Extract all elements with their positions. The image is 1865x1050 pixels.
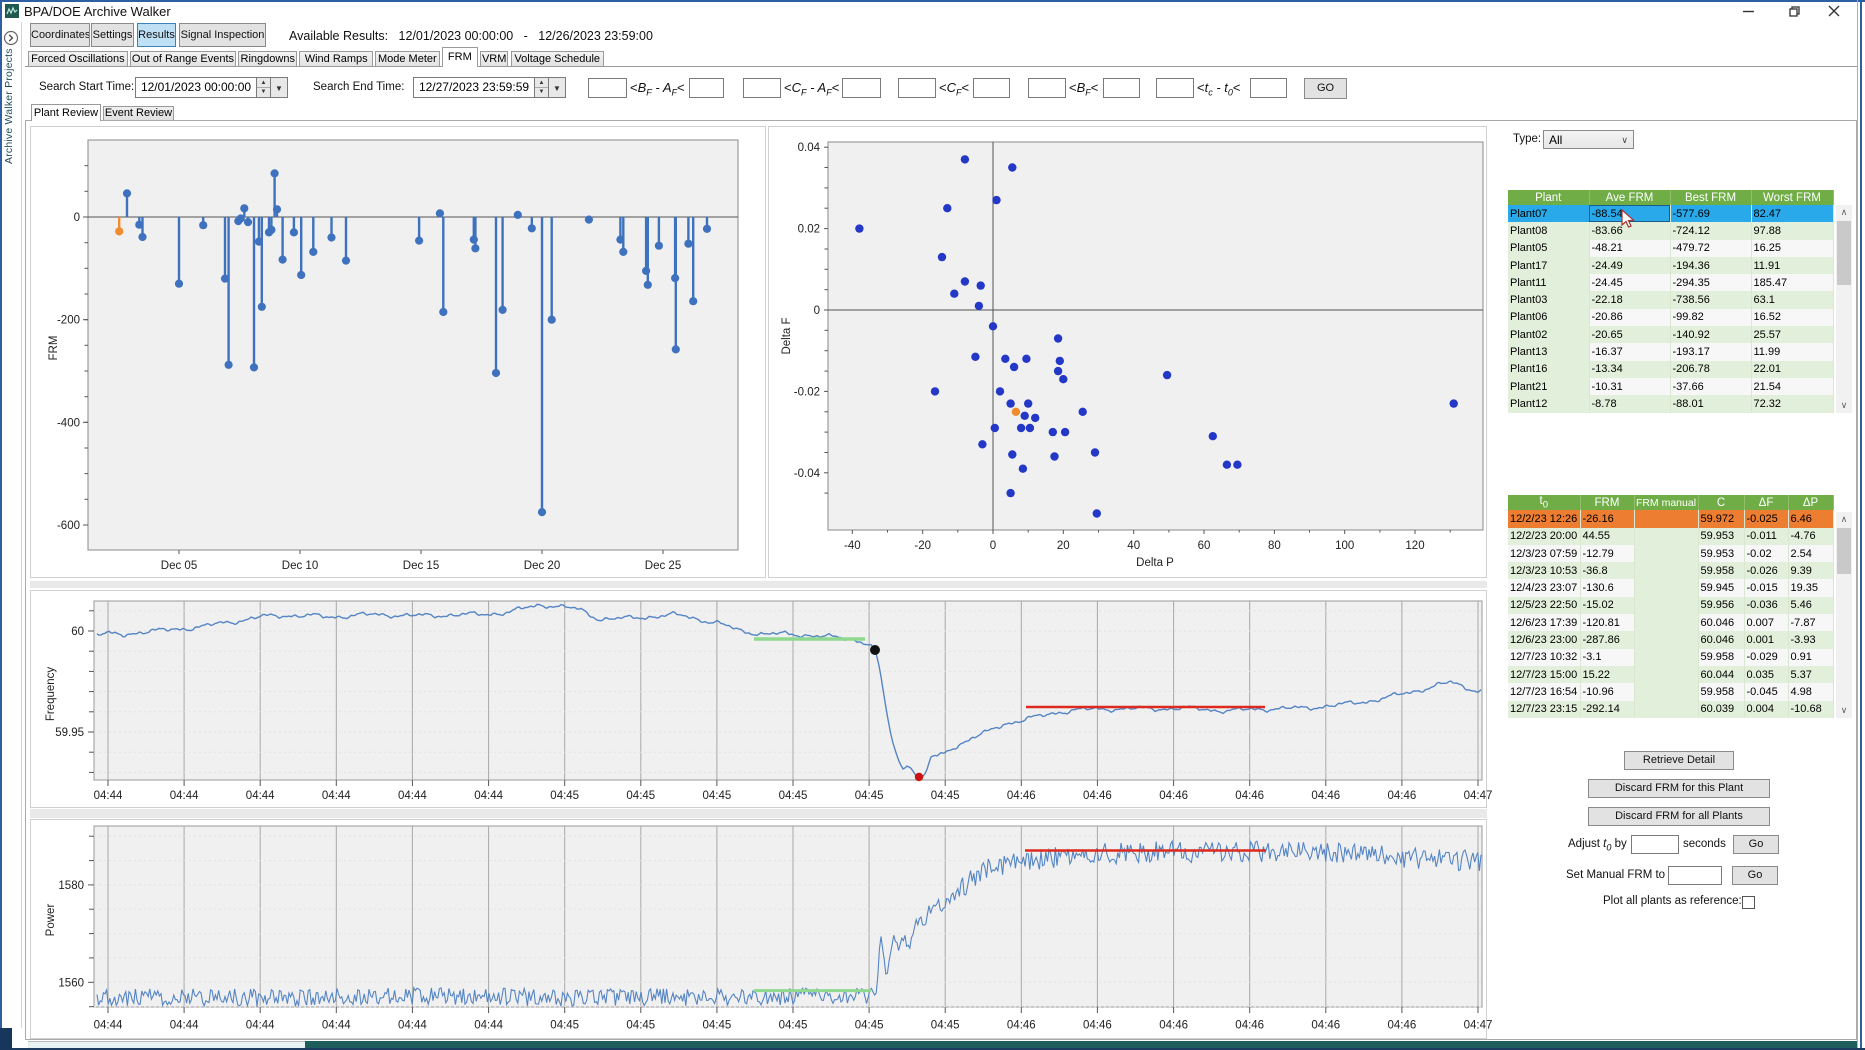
svg-text:-0.02: -0.02 [794, 386, 820, 398]
svg-text:04:45: 04:45 [855, 790, 884, 802]
svg-text:20: 20 [1057, 540, 1070, 552]
svg-text:04:44: 04:44 [246, 790, 275, 802]
svg-text:80: 80 [1268, 540, 1281, 552]
svg-text:04:46: 04:46 [1007, 790, 1036, 802]
svg-text:04:44: 04:44 [398, 1020, 427, 1032]
svg-text:04:44: 04:44 [94, 790, 123, 802]
svg-text:1580: 1580 [58, 880, 84, 892]
svg-text:04:46: 04:46 [1235, 1020, 1264, 1032]
svg-text:59.95: 59.95 [55, 727, 84, 739]
svg-text:04:46: 04:46 [1388, 1020, 1417, 1032]
svg-text:-20: -20 [914, 540, 931, 552]
svg-text:04:44: 04:44 [246, 1020, 275, 1032]
svg-text:-600: -600 [57, 520, 80, 532]
svg-text:Dec 10: Dec 10 [282, 560, 318, 572]
svg-text:04:47: 04:47 [1464, 1020, 1493, 1032]
svg-text:04:46: 04:46 [1235, 790, 1264, 802]
svg-text:04:44: 04:44 [322, 1020, 351, 1032]
svg-text:04:44: 04:44 [170, 790, 199, 802]
svg-text:0: 0 [814, 305, 820, 317]
svg-text:04:47: 04:47 [1464, 790, 1493, 802]
svg-text:0.02: 0.02 [798, 224, 820, 236]
svg-text:04:44: 04:44 [398, 790, 427, 802]
svg-text:04:45: 04:45 [931, 1020, 960, 1032]
svg-text:-40: -40 [844, 540, 861, 552]
svg-text:FRM: FRM [48, 336, 60, 361]
svg-text:04:44: 04:44 [474, 790, 503, 802]
svg-text:Dec 05: Dec 05 [161, 560, 197, 572]
svg-text:04:46: 04:46 [1007, 1020, 1036, 1032]
svg-text:0: 0 [990, 540, 996, 552]
svg-text:04:45: 04:45 [550, 1020, 579, 1032]
svg-text:04:44: 04:44 [322, 790, 351, 802]
svg-text:Power: Power [45, 904, 57, 937]
svg-text:Delta F: Delta F [781, 317, 793, 354]
svg-text:04:46: 04:46 [1311, 1020, 1340, 1032]
svg-text:04:45: 04:45 [931, 790, 960, 802]
svg-text:1560: 1560 [58, 977, 84, 989]
svg-text:04:46: 04:46 [1159, 790, 1188, 802]
svg-text:04:45: 04:45 [703, 1020, 732, 1032]
svg-text:04:45: 04:45 [779, 790, 808, 802]
svg-text:-0.04: -0.04 [794, 468, 821, 480]
svg-text:04:46: 04:46 [1388, 790, 1417, 802]
svg-text:0.04: 0.04 [798, 142, 821, 154]
svg-text:Delta P: Delta P [1136, 557, 1174, 569]
svg-text:60: 60 [71, 626, 84, 638]
svg-text:40: 40 [1127, 540, 1140, 552]
svg-text:Frequency: Frequency [45, 667, 57, 722]
svg-text:04:45: 04:45 [550, 790, 579, 802]
svg-text:Dec 15: Dec 15 [403, 560, 439, 572]
svg-text:04:45: 04:45 [703, 790, 732, 802]
svg-text:Dec 25: Dec 25 [645, 560, 681, 572]
svg-text:100: 100 [1335, 540, 1354, 552]
svg-text:-200: -200 [57, 315, 80, 327]
svg-text:04:45: 04:45 [626, 790, 655, 802]
svg-text:04:44: 04:44 [474, 1020, 503, 1032]
svg-text:04:46: 04:46 [1083, 1020, 1112, 1032]
svg-text:-400: -400 [57, 417, 80, 429]
svg-text:04:46: 04:46 [1083, 790, 1112, 802]
svg-text:120: 120 [1405, 540, 1424, 552]
svg-text:60: 60 [1198, 540, 1211, 552]
svg-text:04:46: 04:46 [1159, 1020, 1188, 1032]
svg-text:04:45: 04:45 [779, 1020, 808, 1032]
svg-text:04:45: 04:45 [626, 1020, 655, 1032]
svg-text:04:46: 04:46 [1311, 790, 1340, 802]
svg-text:0: 0 [74, 212, 80, 224]
svg-text:04:44: 04:44 [170, 1020, 199, 1032]
svg-text:Dec 20: Dec 20 [524, 560, 560, 572]
svg-text:04:44: 04:44 [94, 1020, 123, 1032]
svg-text:04:45: 04:45 [855, 1020, 884, 1032]
